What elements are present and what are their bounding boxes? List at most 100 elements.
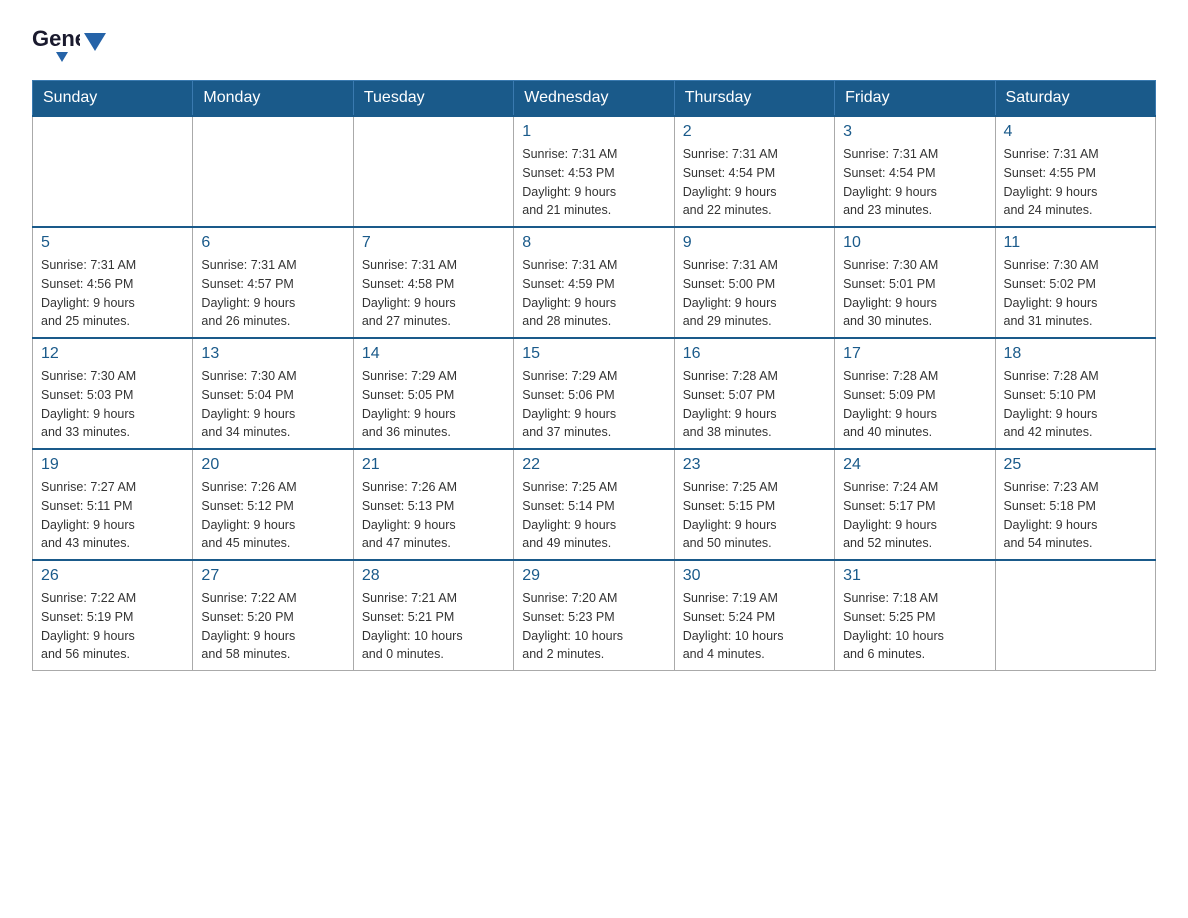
day-info: Sunrise: 7:31 AM Sunset: 4:55 PM Dayligh… bbox=[1004, 145, 1147, 220]
col-header-friday: Friday bbox=[835, 81, 995, 117]
calendar-cell bbox=[193, 116, 353, 227]
day-info: Sunrise: 7:28 AM Sunset: 5:10 PM Dayligh… bbox=[1004, 367, 1147, 442]
col-header-wednesday: Wednesday bbox=[514, 81, 674, 117]
calendar-cell: 25 Sunrise: 7:23 AM Sunset: 5:18 PM Dayli… bbox=[995, 449, 1155, 560]
week-row-4: 19Sunrise: 7:27 AM Sunset: 5:11 PM Dayli… bbox=[33, 449, 1156, 560]
calendar-cell: 11Sunrise: 7:30 AM Sunset: 5:02 PM Dayli… bbox=[995, 227, 1155, 338]
day-info: Sunrise: 7:28 AM Sunset: 5:07 PM Dayligh… bbox=[683, 367, 826, 442]
day-number: 17 bbox=[843, 345, 986, 363]
day-info: Sunrise: 7:25 AM Sunset: 5:15 PM Dayligh… bbox=[683, 478, 826, 553]
day-number: 31 bbox=[843, 567, 986, 585]
day-info: Sunrise: 7:31 AM Sunset: 4:53 PM Dayligh… bbox=[522, 145, 665, 220]
day-number: 30 bbox=[683, 567, 826, 585]
day-info: Sunrise: 7:23 AM Sunset: 5:18 PM Dayligh… bbox=[1004, 478, 1147, 553]
calendar-cell: 13 Sunrise: 7:30 AM Sunset: 5:04 PM Dayli… bbox=[193, 338, 353, 449]
col-header-thursday: Thursday bbox=[674, 81, 834, 117]
calendar-cell: 3Sunrise: 7:31 AM Sunset: 4:54 PM Daylig… bbox=[835, 116, 995, 227]
col-header-sunday: Sunday bbox=[33, 81, 193, 117]
logo-text bbox=[82, 35, 106, 51]
day-number: 25 bbox=[1004, 456, 1147, 474]
day-info: Sunrise: 7:22 AM Sunset: 5:20 PM Dayligh… bbox=[201, 589, 344, 664]
calendar-cell: 26 Sunrise: 7:22 AM Sunset: 5:19 PM Dayli… bbox=[33, 560, 193, 671]
day-number: 1 bbox=[522, 123, 665, 141]
day-info: Sunrise: 7:31 AM Sunset: 4:59 PM Dayligh… bbox=[522, 256, 665, 331]
day-number: 26 bbox=[41, 567, 184, 585]
day-number: 6 bbox=[201, 234, 344, 252]
day-info: Sunrise: 7:29 AM Sunset: 5:06 PM Dayligh… bbox=[522, 367, 665, 442]
day-number: 16 bbox=[683, 345, 826, 363]
calendar-cell bbox=[995, 560, 1155, 671]
calendar-cell: 1 Sunrise: 7:31 AM Sunset: 4:53 PM Daylig… bbox=[514, 116, 674, 227]
calendar-cell: 2 Sunrise: 7:31 AM Sunset: 4:54 PM Daylig… bbox=[674, 116, 834, 227]
day-number: 7 bbox=[362, 234, 505, 252]
calendar-cell: 30 Sunrise: 7:19 AM Sunset: 5:24 PM Dayli… bbox=[674, 560, 834, 671]
day-info: Sunrise: 7:30 AM Sunset: 5:03 PM Dayligh… bbox=[41, 367, 184, 442]
day-number: 28 bbox=[362, 567, 505, 585]
calendar-cell: 24 Sunrise: 7:24 AM Sunset: 5:17 PM Dayli… bbox=[835, 449, 995, 560]
day-info: Sunrise: 7:19 AM Sunset: 5:24 PM Dayligh… bbox=[683, 589, 826, 664]
day-number: 22 bbox=[522, 456, 665, 474]
calendar-table: SundayMondayTuesdayWednesdayThursdayFrid… bbox=[32, 80, 1156, 671]
calendar-cell: 23 Sunrise: 7:25 AM Sunset: 5:15 PM Dayli… bbox=[674, 449, 834, 560]
calendar-cell: 16 Sunrise: 7:28 AM Sunset: 5:07 PM Dayli… bbox=[674, 338, 834, 449]
day-info: Sunrise: 7:24 AM Sunset: 5:17 PM Dayligh… bbox=[843, 478, 986, 553]
calendar-cell: 31 Sunrise: 7:18 AM Sunset: 5:25 PM Dayli… bbox=[835, 560, 995, 671]
day-info: Sunrise: 7:22 AM Sunset: 5:19 PM Dayligh… bbox=[41, 589, 184, 664]
day-number: 12 bbox=[41, 345, 184, 363]
day-number: 29 bbox=[522, 567, 665, 585]
day-number: 27 bbox=[201, 567, 344, 585]
calendar-cell: 21 Sunrise: 7:26 AM Sunset: 5:13 PM Dayli… bbox=[353, 449, 513, 560]
day-info: Sunrise: 7:31 AM Sunset: 4:54 PM Dayligh… bbox=[843, 145, 986, 220]
calendar-cell: 10Sunrise: 7:30 AM Sunset: 5:01 PM Dayli… bbox=[835, 227, 995, 338]
calendar-cell: 18 Sunrise: 7:28 AM Sunset: 5:10 PM Dayli… bbox=[995, 338, 1155, 449]
day-info: Sunrise: 7:18 AM Sunset: 5:25 PM Dayligh… bbox=[843, 589, 986, 664]
day-info: Sunrise: 7:31 AM Sunset: 4:54 PM Dayligh… bbox=[683, 145, 826, 220]
calendar-cell: 19Sunrise: 7:27 AM Sunset: 5:11 PM Dayli… bbox=[33, 449, 193, 560]
calendar-cell: 28 Sunrise: 7:21 AM Sunset: 5:21 PM Dayli… bbox=[353, 560, 513, 671]
day-number: 18 bbox=[1004, 345, 1147, 363]
calendar-cell: 7 Sunrise: 7:31 AM Sunset: 4:58 PM Daylig… bbox=[353, 227, 513, 338]
day-info: Sunrise: 7:26 AM Sunset: 5:12 PM Dayligh… bbox=[201, 478, 344, 553]
day-info: Sunrise: 7:29 AM Sunset: 5:05 PM Dayligh… bbox=[362, 367, 505, 442]
page-header: General bbox=[32, 24, 1156, 62]
svg-text:General: General bbox=[32, 26, 80, 51]
day-number: 2 bbox=[683, 123, 826, 141]
day-info: Sunrise: 7:31 AM Sunset: 4:58 PM Dayligh… bbox=[362, 256, 505, 331]
day-info: Sunrise: 7:21 AM Sunset: 5:21 PM Dayligh… bbox=[362, 589, 505, 664]
day-number: 21 bbox=[362, 456, 505, 474]
calendar-cell: 14 Sunrise: 7:29 AM Sunset: 5:05 PM Dayli… bbox=[353, 338, 513, 449]
day-number: 13 bbox=[201, 345, 344, 363]
day-info: Sunrise: 7:25 AM Sunset: 5:14 PM Dayligh… bbox=[522, 478, 665, 553]
week-row-3: 12 Sunrise: 7:30 AM Sunset: 5:03 PM Dayli… bbox=[33, 338, 1156, 449]
col-header-saturday: Saturday bbox=[995, 81, 1155, 117]
calendar-cell bbox=[33, 116, 193, 227]
day-number: 5 bbox=[41, 234, 184, 252]
calendar-header-row: SundayMondayTuesdayWednesdayThursdayFrid… bbox=[33, 81, 1156, 117]
day-number: 10 bbox=[843, 234, 986, 252]
day-info: Sunrise: 7:20 AM Sunset: 5:23 PM Dayligh… bbox=[522, 589, 665, 664]
calendar-cell: 15Sunrise: 7:29 AM Sunset: 5:06 PM Dayli… bbox=[514, 338, 674, 449]
calendar-cell: 22 Sunrise: 7:25 AM Sunset: 5:14 PM Dayli… bbox=[514, 449, 674, 560]
day-info: Sunrise: 7:28 AM Sunset: 5:09 PM Dayligh… bbox=[843, 367, 986, 442]
day-number: 14 bbox=[362, 345, 505, 363]
col-header-monday: Monday bbox=[193, 81, 353, 117]
calendar-cell: 9 Sunrise: 7:31 AM Sunset: 5:00 PM Daylig… bbox=[674, 227, 834, 338]
calendar-cell: 17 Sunrise: 7:28 AM Sunset: 5:09 PM Dayli… bbox=[835, 338, 995, 449]
day-info: Sunrise: 7:30 AM Sunset: 5:04 PM Dayligh… bbox=[201, 367, 344, 442]
day-info: Sunrise: 7:31 AM Sunset: 5:00 PM Dayligh… bbox=[683, 256, 826, 331]
day-number: 23 bbox=[683, 456, 826, 474]
calendar-cell: 6Sunrise: 7:31 AM Sunset: 4:57 PM Daylig… bbox=[193, 227, 353, 338]
calendar-cell bbox=[353, 116, 513, 227]
calendar-cell: 27 Sunrise: 7:22 AM Sunset: 5:20 PM Dayli… bbox=[193, 560, 353, 671]
logo-triangle-icon bbox=[84, 33, 106, 55]
day-info: Sunrise: 7:26 AM Sunset: 5:13 PM Dayligh… bbox=[362, 478, 505, 553]
day-number: 9 bbox=[683, 234, 826, 252]
logo-icon: General bbox=[32, 24, 80, 62]
week-row-2: 5Sunrise: 7:31 AM Sunset: 4:56 PM Daylig… bbox=[33, 227, 1156, 338]
calendar-cell: 4Sunrise: 7:31 AM Sunset: 4:55 PM Daylig… bbox=[995, 116, 1155, 227]
logo: General bbox=[32, 24, 106, 62]
day-info: Sunrise: 7:30 AM Sunset: 5:02 PM Dayligh… bbox=[1004, 256, 1147, 331]
day-number: 24 bbox=[843, 456, 986, 474]
week-row-1: 1 Sunrise: 7:31 AM Sunset: 4:53 PM Daylig… bbox=[33, 116, 1156, 227]
week-row-5: 26 Sunrise: 7:22 AM Sunset: 5:19 PM Dayli… bbox=[33, 560, 1156, 671]
